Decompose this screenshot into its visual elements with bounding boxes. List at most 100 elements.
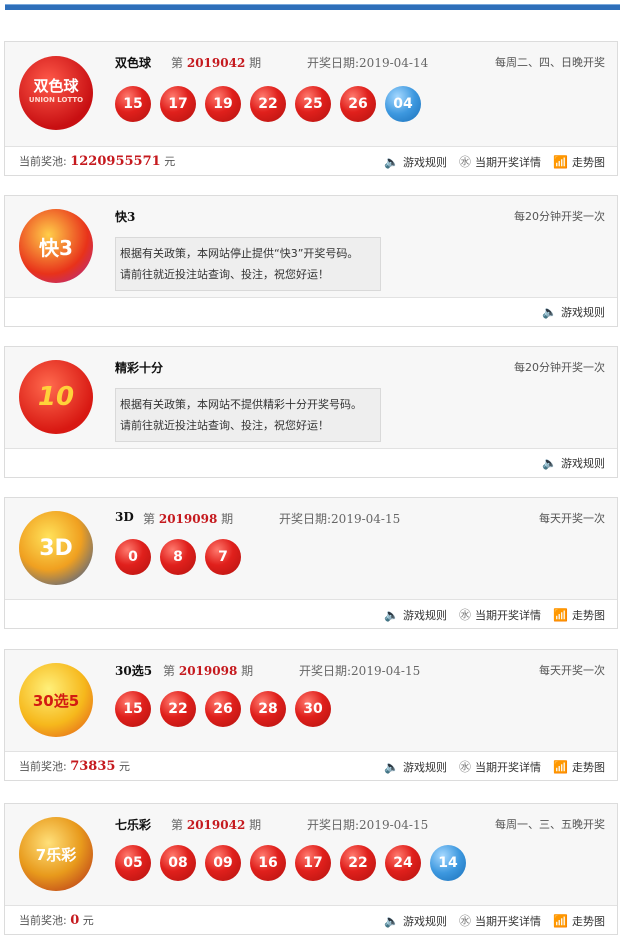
issue-number: 第 2019042 期	[171, 818, 262, 832]
red-ball: 22	[250, 86, 286, 122]
red-ball: 0	[115, 539, 151, 575]
qlc-logo[interactable]: 7乐彩	[19, 817, 93, 891]
trend-chart-link[interactable]: 📶 走势图	[553, 153, 605, 170]
trend-chart-link[interactable]: 📶 走势图	[553, 758, 605, 775]
jackpot-pool: 当前奖池: 73835 元	[19, 759, 130, 774]
rules-link[interactable]: 🔈 游戏规则	[384, 758, 447, 775]
qlc-logo-text: 7乐彩	[35, 845, 77, 864]
ball-row: 0 8 7	[115, 539, 241, 575]
red-ball: 19	[205, 86, 241, 122]
30x5-logo[interactable]: 30选5	[19, 663, 93, 737]
red-ball: 8	[160, 539, 196, 575]
red-ball: 17	[295, 845, 331, 881]
lottery-card-k3: 快3 快3 每20分钟开奖一次 根据有关政策，本网站停止提供“快3”开奖号码。 …	[4, 195, 618, 327]
red-ball: 30	[295, 691, 331, 727]
draw-schedule: 每周二、四、日晚开奖	[495, 56, 605, 69]
lottery-card-qlc: 7乐彩 七乐彩 第 2019042 期 开奖日期:2019-04-15 每周一、…	[4, 803, 618, 935]
trend-chart-link[interactable]: 📶 走势图	[553, 606, 605, 623]
ball-row: 15 17 19 22 25 26 04	[115, 86, 421, 122]
draw-detail-link[interactable]: ㊌当期开奖详情	[459, 153, 541, 170]
game-name[interactable]: 快3	[115, 208, 135, 225]
draw-date: 开奖日期:2019-04-14	[307, 56, 429, 70]
draw-date: 开奖日期:2019-04-15	[299, 664, 421, 678]
jackpot-pool: 当前奖池: 0 元	[19, 913, 94, 928]
speaker-icon: 🔈	[384, 154, 400, 169]
ssq-logo-text: 双色球	[33, 77, 79, 95]
jcsf-logo-text: 10	[37, 382, 75, 412]
game-name[interactable]: 双色球	[115, 54, 151, 71]
red-ball: 15	[115, 86, 151, 122]
chart-icon: 📶	[553, 913, 568, 928]
lottery-detail-icon: ㊌	[459, 914, 472, 928]
rules-link[interactable]: 🔈 游戏规则	[542, 455, 605, 471]
game-name[interactable]: 3D	[115, 510, 134, 524]
lottery-detail-icon: ㊌	[459, 760, 472, 774]
3d-logo-text: 3D	[39, 535, 73, 561]
30x5-logo-text: 30选5	[32, 691, 80, 710]
red-ball: 22	[160, 691, 196, 727]
draw-detail-link[interactable]: ㊌当期开奖详情	[459, 606, 541, 623]
speaker-icon: 🔈	[542, 305, 557, 319]
lottery-card-jcsf: 10 精彩十分 每20分钟开奖一次 根据有关政策，本网站不提供精彩十分开奖号码。…	[4, 346, 618, 478]
draw-date: 开奖日期:2019-04-15	[307, 818, 429, 832]
draw-schedule: 每天开奖一次	[539, 512, 605, 525]
rules-link[interactable]: 🔈 游戏规则	[384, 153, 447, 170]
policy-notice: 根据有关政策，本网站停止提供“快3”开奖号码。 请前往就近投注站查询、投注，祝您…	[115, 237, 381, 291]
game-name[interactable]: 30选5	[115, 662, 152, 679]
k3-logo-text: 快3	[39, 235, 73, 260]
chart-icon: 📶	[553, 607, 568, 622]
red-ball: 17	[160, 86, 196, 122]
jackpot-pool: 当前奖池: 1220955571 元	[19, 154, 176, 169]
lottery-card-ssq: 双色球 UNION LOTTO 双色球 第 2019042 期 开奖日期:201…	[4, 41, 618, 176]
speaker-icon: 🔈	[542, 456, 557, 470]
rules-link[interactable]: 🔈 游戏规则	[384, 912, 447, 929]
draw-detail-link[interactable]: ㊌当期开奖详情	[459, 758, 541, 775]
red-ball: 08	[160, 845, 196, 881]
ball-row: 15 22 26 28 30	[115, 691, 331, 727]
draw-schedule: 每周一、三、五晚开奖	[495, 818, 605, 831]
lottery-detail-icon: ㊌	[459, 155, 472, 169]
red-ball: 28	[250, 691, 286, 727]
3d-logo[interactable]: 3D	[19, 511, 93, 585]
red-ball: 22	[340, 845, 376, 881]
issue-number: 第 2019098 期	[163, 664, 254, 678]
speaker-icon: 🔈	[384, 913, 400, 928]
red-ball: 7	[205, 539, 241, 575]
blue-ball: 04	[385, 86, 421, 122]
rules-link[interactable]: 🔈 游戏规则	[384, 606, 447, 623]
top-accent-bar	[5, 4, 620, 10]
rules-link[interactable]: 🔈 游戏规则	[542, 304, 605, 320]
trend-chart-link[interactable]: 📶 走势图	[553, 912, 605, 929]
red-ball: 26	[205, 691, 241, 727]
red-ball: 15	[115, 691, 151, 727]
draw-date: 开奖日期:2019-04-15	[279, 512, 401, 526]
game-name[interactable]: 精彩十分	[115, 359, 163, 376]
red-ball: 16	[250, 845, 286, 881]
speaker-icon: 🔈	[384, 759, 400, 774]
lottery-card-30x5: 30选5 30选5 第 2019098 期 开奖日期:2019-04-15 每天…	[4, 649, 618, 781]
draw-schedule: 每20分钟开奖一次	[514, 210, 605, 223]
k3-logo[interactable]: 快3	[19, 209, 93, 283]
game-name[interactable]: 七乐彩	[115, 816, 151, 833]
chart-icon: 📶	[553, 154, 568, 169]
issue-number: 第 2019042 期	[171, 56, 262, 70]
issue-number: 第 2019098 期	[143, 512, 234, 526]
ssq-logo-sub: UNION LOTTO	[28, 96, 84, 104]
red-ball: 25	[295, 86, 331, 122]
policy-notice: 根据有关政策，本网站不提供精彩十分开奖号码。 请前往就近投注站查询、投注，祝您好…	[115, 388, 381, 442]
chart-icon: 📶	[553, 759, 568, 774]
blue-ball: 14	[430, 845, 466, 881]
ball-row: 05 08 09 16 17 22 24 14	[115, 845, 466, 881]
red-ball: 24	[385, 845, 421, 881]
lottery-card-3d: 3D 3D 第 2019098 期 开奖日期:2019-04-15 每天开奖一次…	[4, 497, 618, 629]
draw-schedule: 每天开奖一次	[539, 664, 605, 677]
draw-schedule: 每20分钟开奖一次	[514, 361, 605, 374]
red-ball: 26	[340, 86, 376, 122]
red-ball: 05	[115, 845, 151, 881]
ssq-logo[interactable]: 双色球 UNION LOTTO	[19, 56, 93, 130]
speaker-icon: 🔈	[384, 607, 400, 622]
jcsf-logo[interactable]: 10	[19, 360, 93, 434]
lottery-detail-icon: ㊌	[459, 608, 472, 622]
red-ball: 09	[205, 845, 241, 881]
draw-detail-link[interactable]: ㊌当期开奖详情	[459, 912, 541, 929]
